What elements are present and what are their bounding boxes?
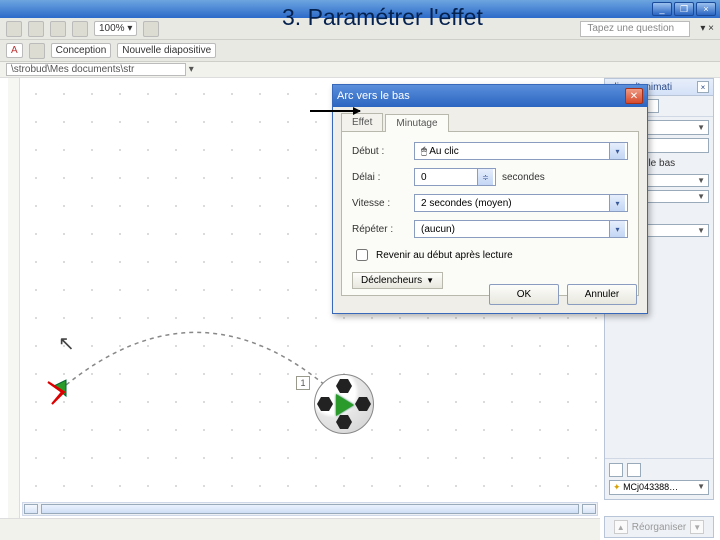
- scroll-right-button[interactable]: [582, 504, 596, 514]
- toolbar-icon[interactable]: [6, 21, 22, 37]
- rewind-checkbox[interactable]: [356, 249, 368, 261]
- reorder-label: Réorganiser: [632, 522, 686, 533]
- triggers-button[interactable]: Déclencheurs ▼: [352, 272, 443, 289]
- chevron-down-icon: ▾: [609, 195, 625, 211]
- play-button[interactable]: [627, 463, 641, 477]
- pane-footer: ✦ MCj043388…▼: [605, 458, 713, 499]
- delay-label: Délai :: [352, 172, 414, 183]
- animation-order-tag[interactable]: 1: [296, 376, 310, 390]
- toolbar-format: A Conception Nouvelle diapositive: [0, 40, 720, 62]
- reorder-bar: ▲ Réorganiser ▼: [604, 516, 714, 538]
- cursor-icon: ↖: [58, 333, 75, 355]
- play-prev-button[interactable]: [609, 463, 623, 477]
- toolbar-icon[interactable]: [29, 43, 45, 59]
- start-combo[interactable]: 🖱 Au clic ▾: [414, 142, 628, 160]
- annotation-arrow: [310, 110, 360, 112]
- dialog-close-button[interactable]: ✕: [625, 88, 643, 104]
- tab-timing[interactable]: Minutage: [385, 114, 448, 132]
- start-value: Au clic: [429, 146, 458, 157]
- speed-value: 2 secondes (moyen): [421, 198, 512, 209]
- scroll-left-button[interactable]: [24, 504, 38, 514]
- dialog-tabs: Effet Minutage: [341, 113, 639, 131]
- delay-spinner[interactable]: 0 ≑: [414, 168, 496, 186]
- repeat-combo[interactable]: (aucun) ▾: [414, 220, 628, 238]
- effect-dialog: Arc vers le bas ✕ Effet Minutage Début :…: [332, 84, 648, 314]
- path-field[interactable]: \strobud\Mes documents\str: [6, 63, 186, 76]
- reorder-down-button[interactable]: ▼: [690, 520, 704, 534]
- delay-unit: secondes: [502, 172, 545, 183]
- speed-label: Vitesse :: [352, 198, 414, 209]
- animation-item-label: MCj043388…: [623, 482, 678, 492]
- status-bar: [0, 518, 600, 540]
- repeat-value: (aucun): [421, 224, 455, 235]
- annotation-title: 3. Paramétrer l'effet: [282, 4, 483, 31]
- reorder-up-button[interactable]: ▲: [614, 520, 628, 534]
- zoom-select[interactable]: 100% ▾: [94, 21, 137, 36]
- font-color-button[interactable]: A: [6, 43, 23, 58]
- repeat-label: Répéter :: [352, 224, 414, 235]
- motion-path[interactable]: ↖: [52, 330, 352, 420]
- scroll-thumb[interactable]: [41, 504, 579, 514]
- design-button[interactable]: Conception: [51, 43, 112, 58]
- horizontal-scrollbar[interactable]: [22, 502, 598, 516]
- delay-value: 0: [421, 172, 427, 183]
- tab-effect[interactable]: Effet: [341, 113, 383, 131]
- vertical-ruler: [8, 78, 20, 530]
- help-icon[interactable]: [143, 21, 159, 37]
- toolbar-icon[interactable]: [28, 21, 44, 37]
- zoom-value: 100%: [99, 23, 125, 34]
- cancel-button[interactable]: Annuler: [567, 284, 637, 305]
- new-slide-button[interactable]: Nouvelle diapositive: [117, 43, 216, 58]
- triggers-label: Déclencheurs: [361, 275, 422, 286]
- path-bar: \strobud\Mes documents\str ▾: [0, 62, 720, 78]
- dialog-title-text: Arc vers le bas: [337, 90, 410, 102]
- speed-combo[interactable]: 2 secondes (moyen) ▾: [414, 194, 628, 212]
- tab-pane-timing: Début : 🖱 Au clic ▾ Délai : 0 ≑ secondes…: [341, 131, 639, 296]
- ok-button[interactable]: OK: [489, 284, 559, 305]
- toolbar-icon[interactable]: [50, 21, 66, 37]
- pane-close-icon[interactable]: ×: [697, 81, 709, 93]
- play-overlay-icon: [336, 394, 354, 416]
- chevron-down-icon: ▾: [609, 143, 625, 159]
- dialog-titlebar[interactable]: Arc vers le bas ✕: [333, 85, 647, 107]
- window-close-button[interactable]: ×: [696, 2, 716, 16]
- window-maximize-button[interactable]: ❐: [674, 2, 694, 16]
- rewind-label: Revenir au début après lecture: [376, 250, 513, 261]
- help-search-input[interactable]: Tapez une question: [580, 21, 690, 37]
- toolbar-icon[interactable]: [72, 21, 88, 37]
- animation-list-item[interactable]: ✦ MCj043388…▼: [609, 480, 709, 495]
- chevron-down-icon: ▾: [609, 221, 625, 237]
- start-label: Début :: [352, 146, 414, 157]
- spinner-buttons-icon: ≑: [477, 169, 493, 185]
- window-minimize-button[interactable]: _: [652, 2, 672, 16]
